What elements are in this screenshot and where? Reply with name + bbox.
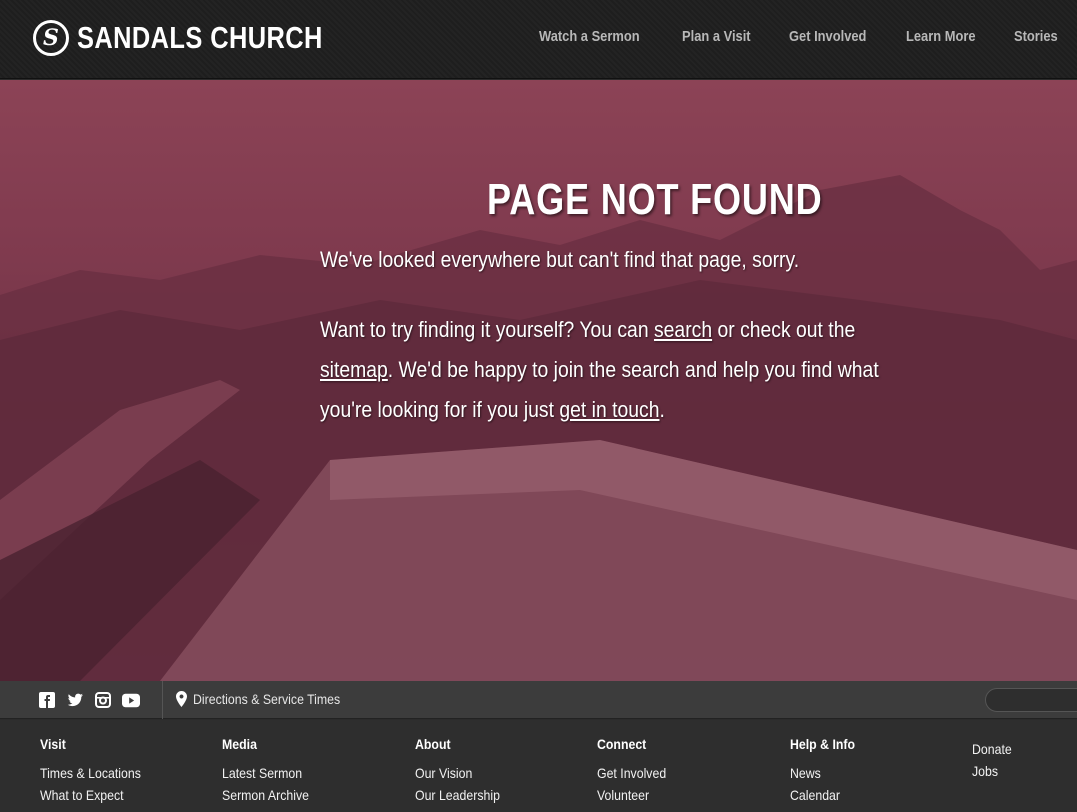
footer-col-title: Media <box>222 736 257 752</box>
footer-col-help: Help & Info News Calendar <box>790 736 864 806</box>
directions-link[interactable]: Directions & Service Times <box>176 691 360 707</box>
footer-link[interactable]: Sermon Archive <box>222 784 309 806</box>
main-nav: Watch a Sermon Plan a Visit Get Involved… <box>539 28 1077 45</box>
site-header: S SANDALS CHURCH Watch a Sermon Plan a V… <box>0 0 1077 79</box>
page-title: PAGE NOT FOUND <box>487 175 823 224</box>
footer-link[interactable]: News <box>790 762 855 784</box>
youtube-icon[interactable] <box>122 691 140 709</box>
help-paragraph: Want to try finding it yourself? You can… <box>320 317 879 422</box>
site-logo[interactable]: S SANDALS CHURCH <box>33 20 377 56</box>
contact-link[interactable]: get in touch <box>559 397 659 422</box>
social-bar: Directions & Service Times <box>0 681 1077 719</box>
footer-link[interactable]: Our Vision <box>415 762 500 784</box>
subbar-divider <box>162 681 163 719</box>
donate-link[interactable]: Donate <box>972 738 1012 760</box>
nav-learn-more[interactable]: Learn More <box>906 28 976 45</box>
facebook-icon[interactable] <box>38 691 56 709</box>
nav-plan-visit[interactable]: Plan a Visit <box>682 28 751 45</box>
hero-section: PAGE NOT FOUND We've looked everywhere b… <box>0 80 1077 681</box>
footer-link[interactable]: Get Involved <box>597 762 666 784</box>
directions-label: Directions & Service Times <box>193 691 341 707</box>
footer-link[interactable]: What to Expect <box>40 784 141 806</box>
footer-col-media: Media Latest Sermon Sermon Archive <box>222 736 321 806</box>
footer-col-connect: Connect Get Involved Volunteer <box>597 736 676 806</box>
twitter-icon[interactable] <box>66 691 84 709</box>
jobs-link[interactable]: Jobs <box>972 760 1012 782</box>
footer-col-about: About Our Vision Our Leadership <box>415 736 512 806</box>
footer-col-title: Visit <box>40 736 66 752</box>
nav-get-involved[interactable]: Get Involved <box>789 28 866 45</box>
sitemap-link[interactable]: sitemap <box>320 357 388 382</box>
nav-stories[interactable]: Stories <box>1014 28 1058 45</box>
footer-col-visit: Visit Times & Locations What to Expect <box>40 736 155 806</box>
footer-col-title: About <box>415 736 451 752</box>
footer-link[interactable]: Our Leadership <box>415 784 500 806</box>
footer-col-title: Help & Info <box>790 736 856 752</box>
footer-link[interactable]: Times & Locations <box>40 762 141 784</box>
logo-text: SANDALS CHURCH <box>77 20 323 55</box>
footer-link[interactable]: Latest Sermon <box>222 762 309 784</box>
footer-link[interactable]: Calendar <box>790 784 855 806</box>
nav-watch-sermon[interactable]: Watch a Sermon <box>539 28 640 45</box>
social-links <box>38 691 140 709</box>
footer-link[interactable]: Volunteer <box>597 784 666 806</box>
footer-col-title: Connect <box>597 736 647 752</box>
site-footer: Visit Times & Locations What to Expect M… <box>0 720 1077 812</box>
search-link[interactable]: search <box>654 317 712 342</box>
logo-icon: S <box>33 20 69 56</box>
footer-search-input[interactable] <box>985 688 1077 712</box>
map-pin-icon <box>176 691 187 707</box>
not-found-line: We've looked everywhere but can't find t… <box>320 247 800 272</box>
footer-col-extra: Donate Jobs <box>972 738 1017 782</box>
instagram-icon[interactable] <box>94 691 112 709</box>
